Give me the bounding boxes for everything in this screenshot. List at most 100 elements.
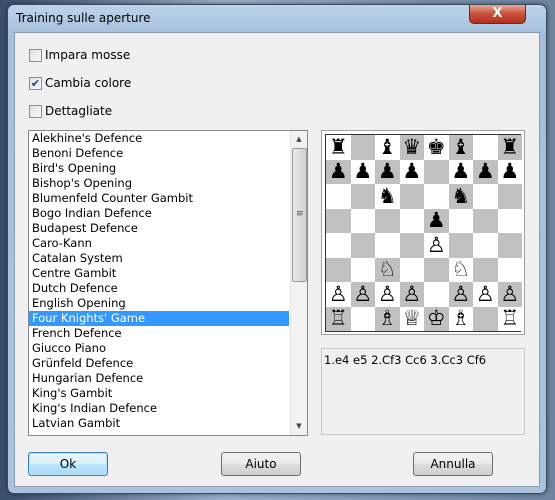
white-knight-icon[interactable]: ♘ xyxy=(378,259,397,280)
black-pawn-icon[interactable]: ♟ xyxy=(402,161,421,182)
black-pawn-icon[interactable]: ♟ xyxy=(353,161,372,182)
black-knight-icon[interactable]: ♞ xyxy=(451,185,470,207)
white-pawn-icon[interactable]: ♙ xyxy=(451,283,470,305)
list-item[interactable]: Centre Gambit xyxy=(29,266,289,281)
white-queen-icon[interactable]: ♕ xyxy=(402,308,421,329)
board-square[interactable] xyxy=(399,233,424,258)
scroll-down-arrow-icon[interactable]: ▼ xyxy=(291,418,307,435)
list-item[interactable]: Giucco Piano xyxy=(29,341,289,356)
board-square[interactable]: ♙ xyxy=(326,282,351,307)
board-square[interactable] xyxy=(326,184,351,209)
scroll-up-arrow-icon[interactable]: ▲ xyxy=(291,131,307,148)
list-item[interactable]: Bishop's Opening xyxy=(29,176,289,191)
white-rook-icon[interactable]: ♖ xyxy=(329,308,348,329)
black-pawn-icon[interactable]: ♟ xyxy=(500,161,519,182)
cancel-button[interactable]: Annulla xyxy=(413,452,493,476)
list-item[interactable]: Budapest Defence xyxy=(29,221,289,236)
board-square[interactable] xyxy=(350,306,375,331)
white-pawn-icon[interactable]: ♙ xyxy=(353,283,372,305)
black-bishop-icon[interactable]: ♝ xyxy=(378,136,397,158)
white-pawn-icon[interactable]: ♙ xyxy=(402,283,421,305)
openings-listbox[interactable]: Alekhine's Defence Benoni Defence Bird's O… xyxy=(28,130,308,436)
checkbox-cambia-colore[interactable]: ✔ Cambia colore xyxy=(29,76,131,90)
board-square[interactable] xyxy=(473,208,498,233)
board-square[interactable] xyxy=(424,159,449,184)
board-square[interactable]: ♜ xyxy=(326,135,351,160)
white-knight-icon[interactable]: ♘ xyxy=(451,259,470,280)
checkbox-box[interactable] xyxy=(29,104,42,118)
board-square[interactable] xyxy=(424,184,449,209)
board-square[interactable]: ♟ xyxy=(448,159,473,184)
board-square[interactable] xyxy=(473,257,498,282)
board-square[interactable]: ♟ xyxy=(424,208,449,233)
board-square[interactable] xyxy=(350,233,375,258)
list-item[interactable]: Four Knights' Game xyxy=(29,311,289,326)
white-pawn-icon[interactable]: ♙ xyxy=(329,283,348,305)
scrollbar-thumb[interactable]: ≡ xyxy=(292,148,307,282)
board-square[interactable]: ♙ xyxy=(473,282,498,307)
board-square[interactable]: ♙ xyxy=(497,282,522,307)
chessboard[interactable]: ♜ ♝ ♛ ♚ ♝ ♜ ♟ ♟ ♟ ♟ ♟ ♟ ♟ ♞ ♞ ♟ ♙ ♘ ♘ ♙ ♙ ♙ ♙ ♙ ♙ ♙ ♖ ♗ ♕ ♔ ♗ ♖ xyxy=(325,134,522,332)
board-square[interactable]: ♟ xyxy=(375,159,400,184)
black-pawn-icon[interactable]: ♟ xyxy=(476,161,495,182)
list-item[interactable]: Catalan System xyxy=(29,251,289,266)
list-item[interactable]: King's Gambit xyxy=(29,386,289,401)
board-square[interactable]: ♟ xyxy=(350,159,375,184)
board-square[interactable] xyxy=(326,257,351,282)
black-pawn-icon[interactable]: ♟ xyxy=(451,161,470,182)
board-square[interactable] xyxy=(399,257,424,282)
list-item[interactable]: Caro-Kann xyxy=(29,236,289,251)
white-pawn-icon[interactable]: ♙ xyxy=(378,283,397,305)
board-square[interactable] xyxy=(473,135,498,160)
board-square[interactable]: ♟ xyxy=(326,159,351,184)
list-item[interactable]: Blumenfeld Counter Gambit xyxy=(29,191,289,206)
close-button[interactable]: X xyxy=(469,5,526,24)
board-square[interactable] xyxy=(375,208,400,233)
checkbox-dettagliate[interactable]: Dettagliate xyxy=(29,104,112,118)
board-square[interactable]: ♟ xyxy=(497,159,522,184)
list-item[interactable]: Bird's Opening xyxy=(29,161,289,176)
board-square[interactable]: ♚ xyxy=(424,135,449,160)
board-square[interactable]: ♘ xyxy=(448,257,473,282)
list-item[interactable]: Grünfeld Defence xyxy=(29,356,289,371)
board-square[interactable] xyxy=(399,208,424,233)
board-square[interactable]: ♝ xyxy=(375,135,400,160)
black-bishop-icon[interactable]: ♝ xyxy=(451,136,470,158)
board-square[interactable] xyxy=(326,208,351,233)
white-pawn-icon[interactable]: ♙ xyxy=(427,234,446,256)
board-square[interactable] xyxy=(326,233,351,258)
board-square[interactable] xyxy=(473,184,498,209)
board-square[interactable] xyxy=(448,208,473,233)
list-item[interactable]: Hungarian Defence xyxy=(29,371,289,386)
black-king-icon[interactable]: ♚ xyxy=(427,136,446,158)
black-rook-icon[interactable]: ♜ xyxy=(329,136,348,158)
checkbox-impara-mosse[interactable]: Impara mosse xyxy=(29,48,130,62)
board-square[interactable]: ♞ xyxy=(448,184,473,209)
list-item[interactable]: Bogo Indian Defence xyxy=(29,206,289,221)
board-square[interactable]: ♝ xyxy=(448,135,473,160)
white-king-icon[interactable]: ♔ xyxy=(427,308,446,329)
board-square[interactable] xyxy=(473,306,498,331)
list-item[interactable]: French Defence xyxy=(29,326,289,341)
white-pawn-icon[interactable]: ♙ xyxy=(476,283,495,305)
board-square[interactable] xyxy=(497,184,522,209)
list-item[interactable]: Latvian Gambit xyxy=(29,416,289,431)
board-square[interactable] xyxy=(448,233,473,258)
board-square[interactable]: ♞ xyxy=(375,184,400,209)
board-square[interactable] xyxy=(497,208,522,233)
black-queen-icon[interactable]: ♛ xyxy=(402,136,421,158)
board-square[interactable]: ♙ xyxy=(448,282,473,307)
black-pawn-icon[interactable]: ♟ xyxy=(378,161,397,182)
board-square[interactable]: ♗ xyxy=(375,306,400,331)
board-square[interactable] xyxy=(497,233,522,258)
board-square[interactable] xyxy=(375,233,400,258)
board-square[interactable]: ♙ xyxy=(399,282,424,307)
listbox-scrollbar[interactable]: ▲ ≡ ▼ xyxy=(290,131,307,435)
board-square[interactable] xyxy=(350,135,375,160)
board-square[interactable]: ♕ xyxy=(399,306,424,331)
board-square[interactable]: ♛ xyxy=(399,135,424,160)
black-pawn-icon[interactable]: ♟ xyxy=(329,161,348,182)
list-item[interactable]: Alekhine's Defence xyxy=(29,131,289,146)
board-square[interactable]: ♙ xyxy=(350,282,375,307)
board-square[interactable]: ♘ xyxy=(375,257,400,282)
